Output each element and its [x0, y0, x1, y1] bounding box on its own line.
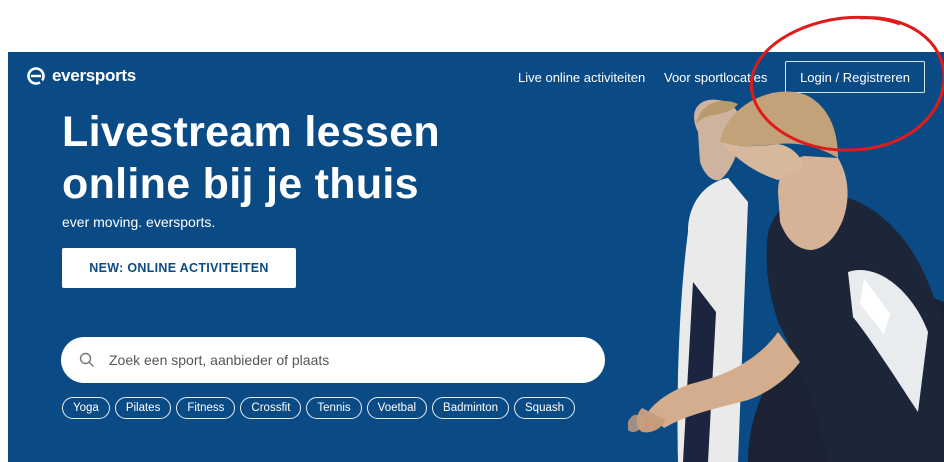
search-input[interactable] — [107, 351, 551, 369]
hero-title-line-1: Livestream lessen — [62, 108, 440, 156]
chip-tennis[interactable]: Tennis — [306, 397, 362, 419]
search-bar[interactable] — [61, 337, 605, 383]
search-icon — [79, 352, 94, 367]
athlete-photo — [628, 91, 944, 462]
eversports-logo-icon — [27, 67, 45, 85]
chip-crossfit[interactable]: Crossfit — [240, 397, 302, 419]
chip-pilates[interactable]: Pilates — [114, 397, 172, 419]
hero-section: eversports Live online activiteiten Voor… — [8, 52, 944, 462]
chip-yoga[interactable]: Yoga — [62, 397, 110, 419]
hero-title: Livestream lessen online bij je thuis — [62, 106, 582, 210]
online-activities-button[interactable]: NEW: ONLINE ACTIVITEITEN — [62, 248, 296, 288]
chip-voetbal[interactable]: Voetbal — [366, 397, 428, 419]
logo-text: eversports — [52, 66, 136, 85]
chip-badminton[interactable]: Badminton — [432, 397, 510, 419]
nav-live-online-activiteiten[interactable]: Live online activiteiten — [518, 70, 645, 85]
tagline: ever moving. eversports. — [62, 214, 216, 230]
chip-squash[interactable]: Squash — [514, 397, 576, 419]
brand-logo[interactable]: eversports — [26, 66, 136, 86]
sport-chips: Yoga Pilates Fitness Crossfit Tennis Voe… — [62, 397, 576, 419]
hero-title-line-2: online bij je thuis — [62, 160, 419, 208]
chip-fitness[interactable]: Fitness — [176, 397, 236, 419]
